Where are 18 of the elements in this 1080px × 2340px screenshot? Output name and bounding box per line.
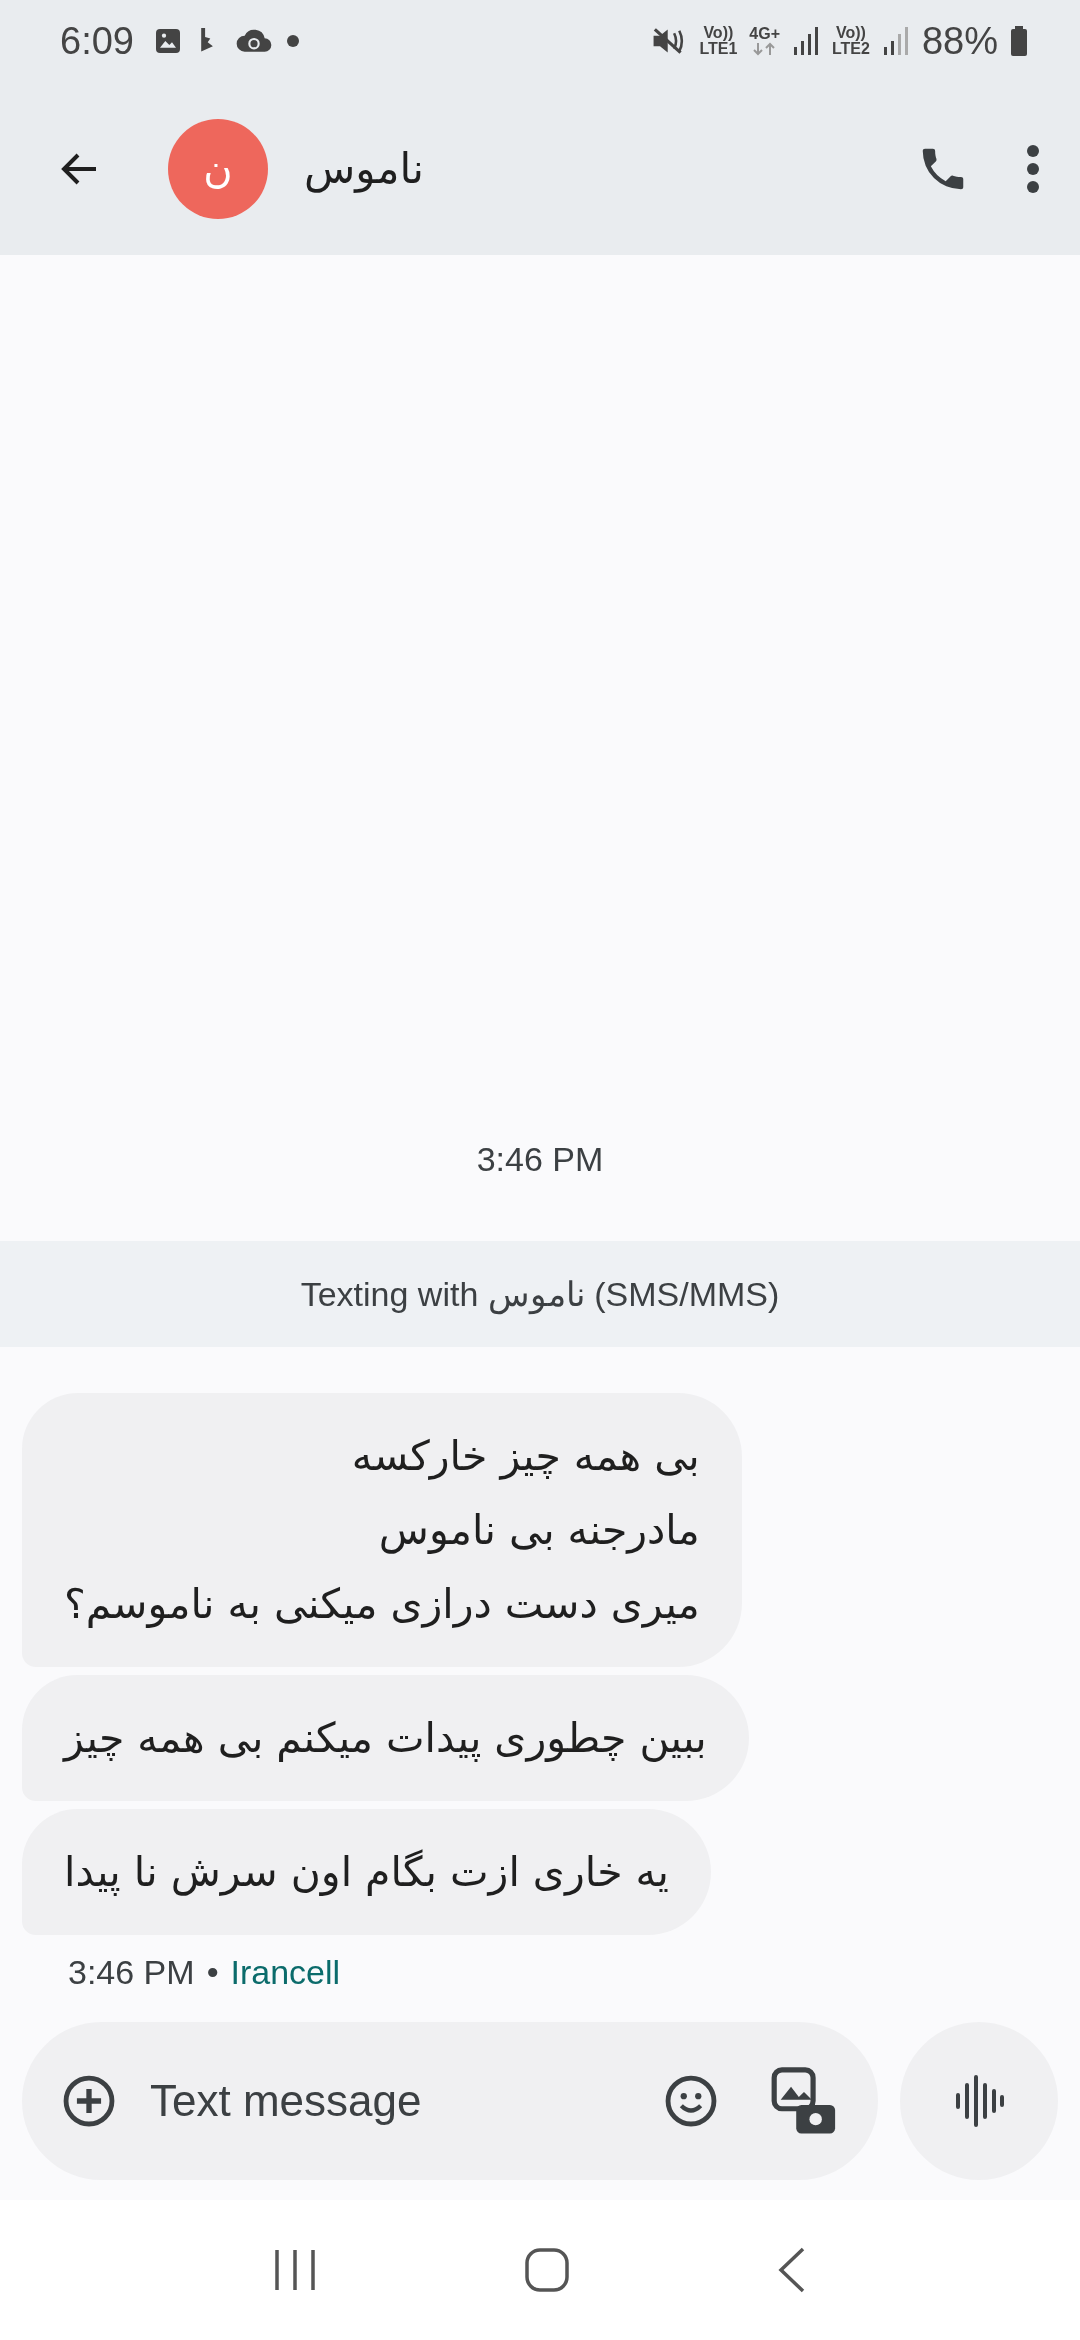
contact-name: ناموس (304, 144, 424, 193)
message-bubble[interactable]: یه خاری ازت بگام اون سرش نا پیدا (22, 1809, 711, 1935)
message-field[interactable]: Text message (148, 2075, 632, 2127)
message-bubble[interactable]: ببین چطوری پیدات میکنم بی همه چیز (22, 1675, 749, 1801)
network-type: 4G+ (749, 26, 780, 42)
volte-label: Vo)) (703, 25, 734, 41)
message-bubble[interactable]: بی همه چیز خارکسه مادرجنه بی ناموس میری دست درازی میکنی به ناموسم؟ (22, 1393, 742, 1667)
sim-label: LTE1 (699, 41, 738, 57)
volte-label: Vo)) (836, 25, 866, 41)
conversation-timestamp: 3:46 PM (476, 1140, 604, 1180)
contact-avatar: ن (168, 118, 268, 219)
carrier-name: Irancell (230, 1953, 341, 1992)
sim-label: LTE2 (832, 41, 870, 57)
battery-percent: 88% (921, 19, 998, 63)
status-time: 6:09 (60, 19, 134, 63)
separator-dot: • (206, 1953, 219, 1992)
texting-banner: Texting with ناموس (SMS/MMS) (0, 1241, 1080, 1347)
message-time: 3:46 PM (68, 1953, 195, 1992)
